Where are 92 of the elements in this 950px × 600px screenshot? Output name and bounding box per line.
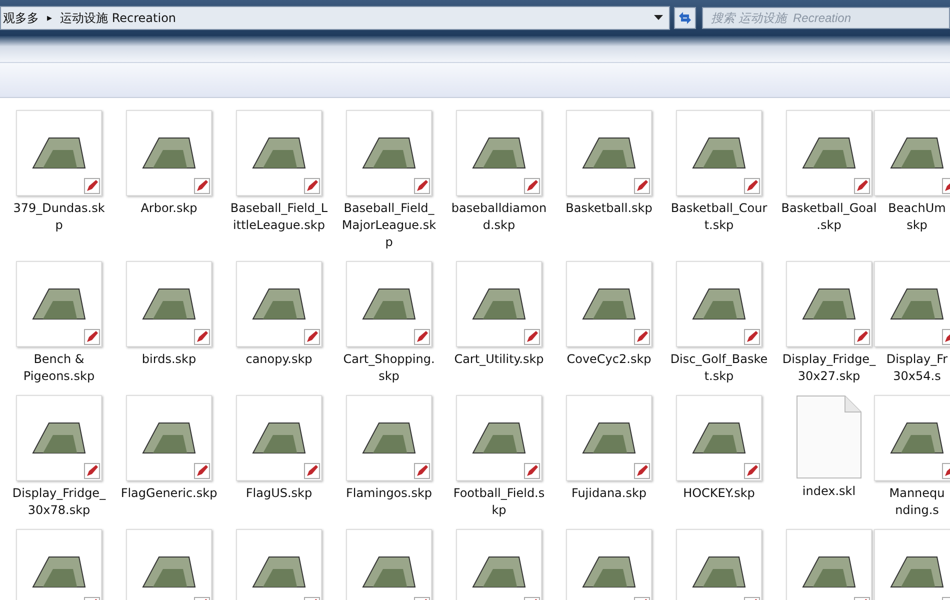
file-name[interactable]: canopy.skp bbox=[246, 351, 312, 368]
model-thumbnail[interactable] bbox=[676, 110, 762, 196]
pencil-badge-icon bbox=[414, 329, 430, 345]
file-name[interactable]: Football_Field.s kp bbox=[453, 485, 545, 519]
model-thumbnail[interactable] bbox=[456, 261, 542, 347]
model-thumbnail[interactable] bbox=[676, 395, 762, 481]
breadcrumb-item[interactable]: 观多多 bbox=[1, 10, 41, 26]
search-field[interactable]: 搜索 运动设施 Recreation bbox=[702, 7, 950, 29]
model-thumbnail[interactable] bbox=[346, 261, 432, 347]
file-name[interactable]: Basketball_Goal .skp bbox=[781, 200, 877, 234]
model-thumbnail[interactable] bbox=[566, 529, 652, 600]
file-name[interactable]: Display_Fr 30x54.s bbox=[886, 351, 948, 385]
file-name[interactable]: Arbor.skp bbox=[140, 200, 198, 217]
pencil-badge-icon bbox=[524, 463, 540, 479]
address-bar[interactable]: 观多多 ▸ 运动设施 Recreation bbox=[0, 6, 670, 30]
model-thumbnail[interactable] bbox=[236, 261, 322, 347]
file-name[interactable]: Bench & Pigeons.skp bbox=[23, 351, 95, 385]
model-thumbnail[interactable] bbox=[236, 529, 322, 600]
model-thumbnail[interactable] bbox=[786, 529, 872, 600]
file-name[interactable]: Baseball_Field_L ittleLeague.skp bbox=[230, 200, 328, 234]
pencil-badge-icon bbox=[304, 463, 320, 479]
file-name[interactable]: Display_Fridge_ 30x78.skp bbox=[12, 485, 106, 519]
model-thumbnail[interactable] bbox=[676, 261, 762, 347]
model-thumbnail[interactable] bbox=[16, 529, 102, 600]
file-name[interactable]: Disc_Golf_Baske t.skp bbox=[670, 351, 768, 385]
pencil-badge-icon bbox=[744, 329, 760, 345]
pencil-badge-icon bbox=[194, 463, 210, 479]
pencil-badge-icon bbox=[84, 329, 100, 345]
file-name[interactable]: 379_Dundas.sk p bbox=[13, 200, 105, 234]
pencil-badge-icon bbox=[194, 329, 210, 345]
file-name[interactable]: Basketball_Cour t.skp bbox=[670, 200, 768, 234]
pencil-badge-icon bbox=[854, 178, 870, 194]
file-name[interactable]: Basketball.skp bbox=[566, 200, 652, 217]
file-name[interactable]: BeachUm skp bbox=[888, 200, 946, 234]
model-thumbnail[interactable] bbox=[16, 110, 102, 196]
model-thumbnail[interactable] bbox=[786, 261, 872, 347]
file-name[interactable]: FlagUS.skp bbox=[246, 485, 312, 502]
file-name[interactable]: Mannequ nding.s bbox=[889, 485, 945, 519]
pencil-badge-icon bbox=[414, 463, 430, 479]
pencil-badge-icon bbox=[744, 178, 760, 194]
model-thumbnail[interactable] bbox=[874, 261, 950, 347]
model-thumbnail[interactable] bbox=[126, 261, 212, 347]
model-thumbnail[interactable] bbox=[874, 110, 950, 196]
model-thumbnail[interactable] bbox=[346, 110, 432, 196]
model-thumbnail[interactable] bbox=[874, 395, 950, 481]
pencil-badge-icon bbox=[634, 329, 650, 345]
breadcrumb-item[interactable]: 运动设施 Recreation bbox=[58, 10, 178, 26]
pencil-badge-icon bbox=[84, 178, 100, 194]
file-name[interactable]: Flamingos.skp bbox=[346, 485, 432, 502]
file-name[interactable]: birds.skp bbox=[142, 351, 196, 368]
pencil-badge-icon bbox=[194, 178, 210, 194]
model-thumbnail[interactable] bbox=[566, 261, 652, 347]
file-name[interactable]: CoveCyc2.skp bbox=[566, 351, 652, 368]
file-name[interactable]: Baseball_Field_ MajorLeague.sk p bbox=[342, 200, 436, 251]
model-thumbnail[interactable] bbox=[346, 529, 432, 600]
model-thumbnail[interactable] bbox=[874, 529, 950, 600]
model-thumbnail[interactable] bbox=[236, 395, 322, 481]
pencil-badge-icon bbox=[634, 178, 650, 194]
file-name[interactable]: baseballdiamon d.skp bbox=[451, 200, 547, 234]
model-thumbnail[interactable] bbox=[126, 395, 212, 481]
file-name[interactable]: FlagGeneric.skp bbox=[120, 485, 218, 502]
model-thumbnail[interactable] bbox=[786, 110, 872, 196]
file-name[interactable]: Cart_Utility.skp bbox=[454, 351, 544, 368]
model-thumbnail[interactable] bbox=[126, 529, 212, 600]
model-thumbnail[interactable] bbox=[456, 529, 542, 600]
model-thumbnail[interactable] bbox=[676, 529, 762, 600]
model-thumbnail[interactable] bbox=[456, 110, 542, 196]
model-thumbnail[interactable] bbox=[566, 110, 652, 196]
model-thumbnail[interactable] bbox=[16, 395, 102, 481]
model-thumbnail[interactable] bbox=[566, 395, 652, 481]
model-thumbnail[interactable] bbox=[236, 110, 322, 196]
model-thumbnail[interactable] bbox=[346, 395, 432, 481]
pencil-badge-icon bbox=[854, 329, 870, 345]
file-name[interactable]: HOCKEY.skp bbox=[683, 485, 755, 502]
file-name[interactable]: Fujidana.skp bbox=[571, 485, 647, 502]
file-name[interactable]: Display_Fridge_ 30x27.skp bbox=[782, 351, 876, 385]
pencil-badge-icon bbox=[524, 329, 540, 345]
pencil-badge-icon bbox=[304, 178, 320, 194]
breadcrumb-separator: ▸ bbox=[47, 12, 52, 24]
model-thumbnail[interactable] bbox=[16, 261, 102, 347]
file-name[interactable]: Cart_Shopping. skp bbox=[343, 351, 435, 385]
dropdown-caret-icon[interactable] bbox=[654, 15, 663, 21]
pencil-badge-icon bbox=[634, 463, 650, 479]
file-name[interactable]: index.skl bbox=[802, 483, 856, 500]
model-thumbnail[interactable] bbox=[126, 110, 212, 196]
pencil-badge-icon bbox=[304, 329, 320, 345]
refresh-icon[interactable] bbox=[674, 7, 696, 29]
pencil-badge-icon bbox=[524, 178, 540, 194]
model-thumbnail[interactable] bbox=[456, 395, 542, 481]
pencil-badge-icon bbox=[744, 463, 760, 479]
pencil-badge-icon bbox=[84, 463, 100, 479]
pencil-badge-icon bbox=[414, 178, 430, 194]
